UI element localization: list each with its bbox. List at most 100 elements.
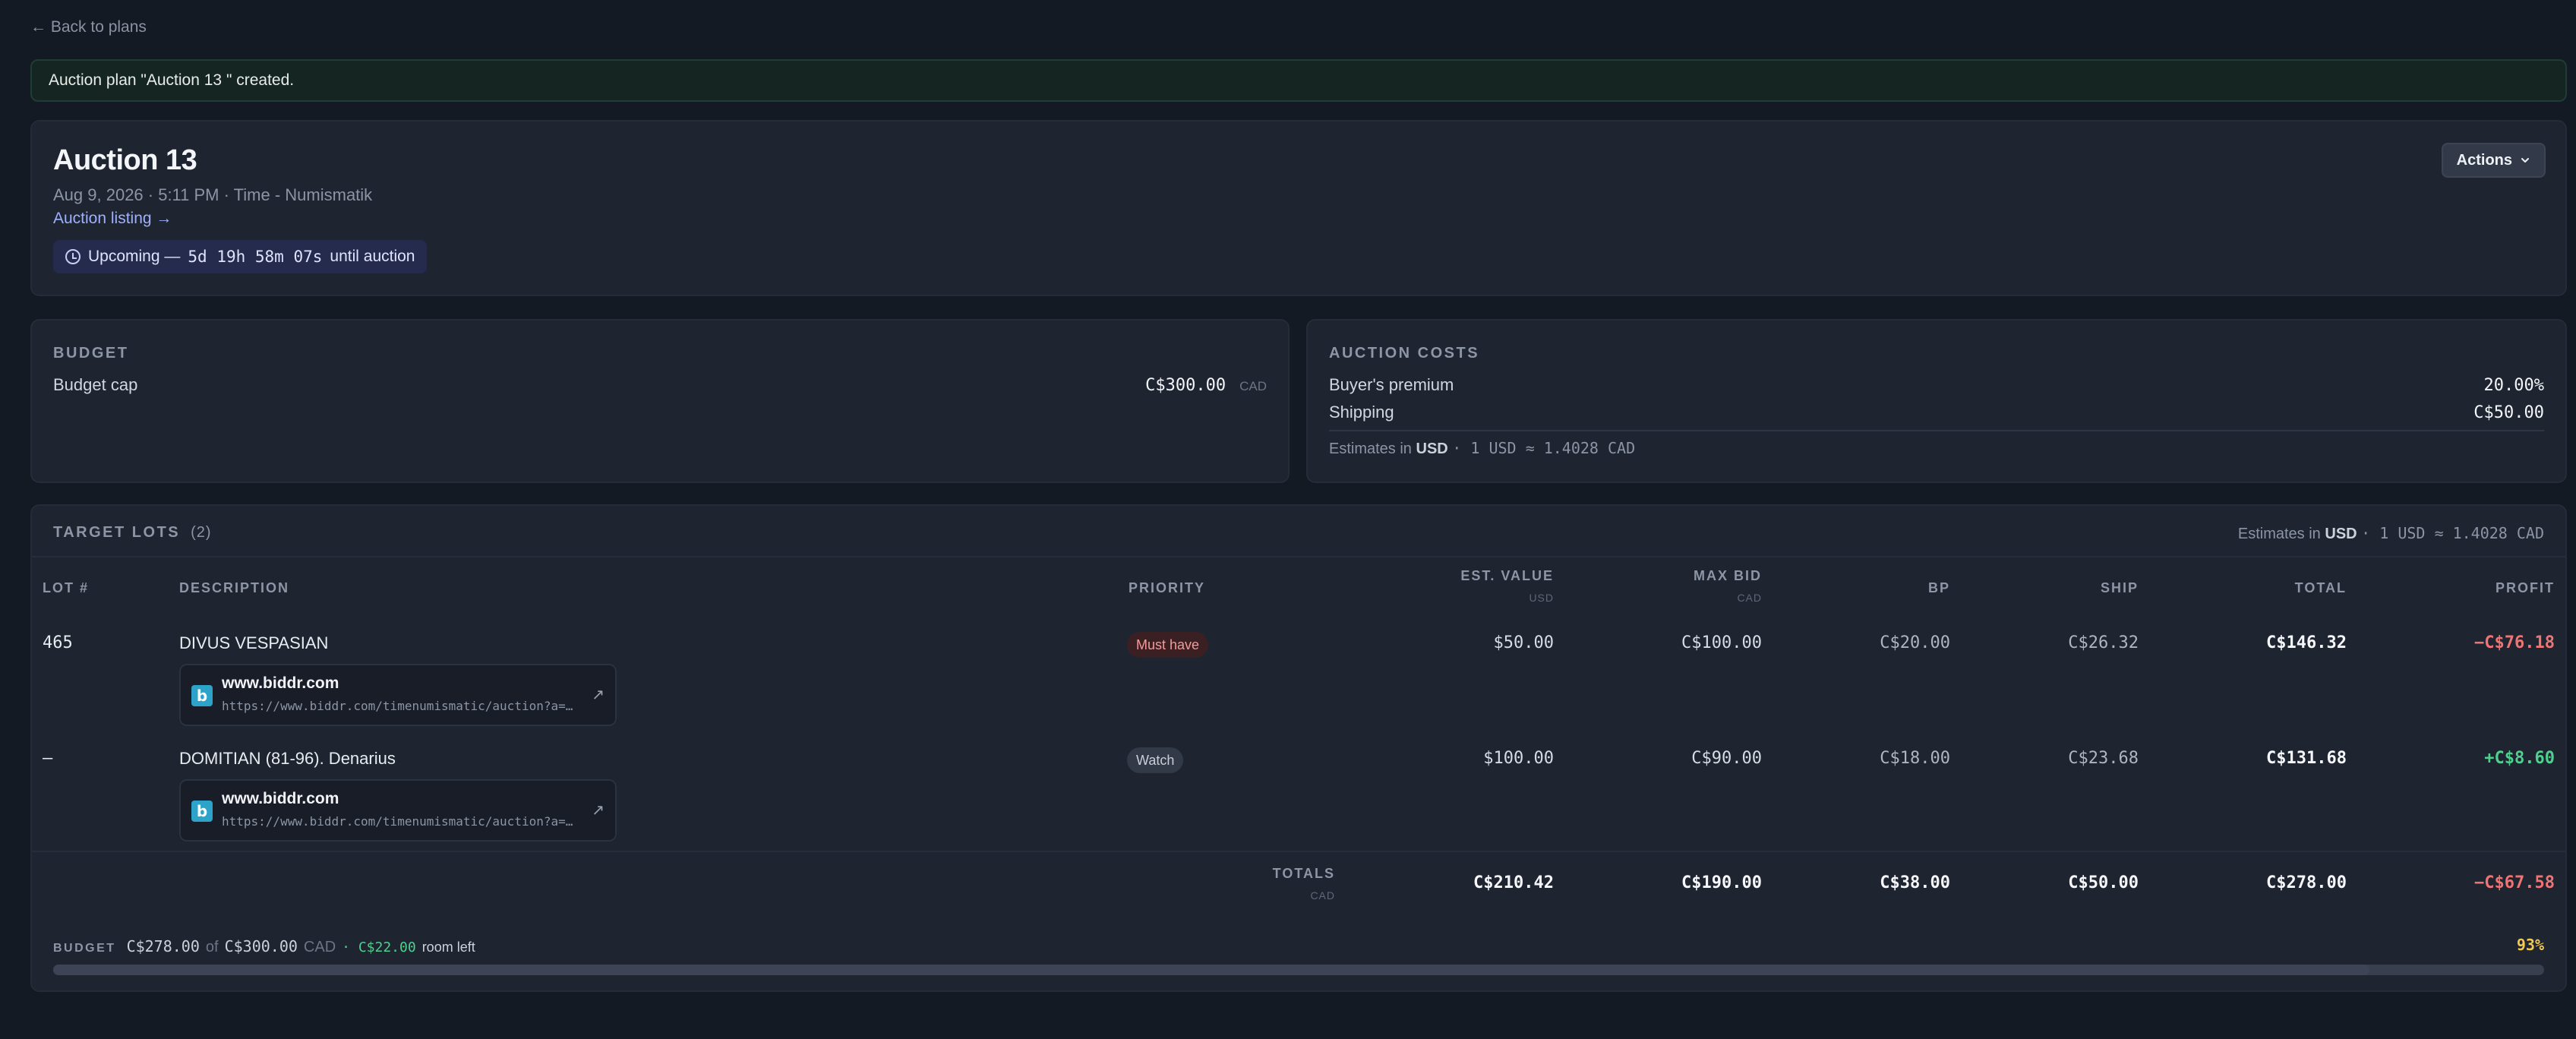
plan-meta: Aug 9, 2026 · 5:11 PM · Time - Numismati… bbox=[53, 185, 373, 204]
ship-value: C$26.32 bbox=[2068, 633, 2139, 652]
link-url: https://www.biddr.com/timenumismatic/auc… bbox=[222, 814, 573, 829]
lot-link-card[interactable]: b www.biddr.com https://www.biddr.com/ti… bbox=[179, 779, 617, 842]
target-lots-label: TARGET LOTS bbox=[53, 524, 181, 541]
countdown-value: 5d 19h 58m 07s bbox=[188, 248, 323, 266]
lot-number: 465 bbox=[43, 633, 73, 652]
lot-link-card[interactable]: b www.biddr.com https://www.biddr.com/ti… bbox=[179, 664, 617, 726]
col-max-bid: MAX BID CAD bbox=[1694, 568, 1762, 604]
lot-description: DIVUS VESPASIAN bbox=[179, 633, 329, 652]
priority-badge: Watch bbox=[1127, 747, 1184, 773]
back-to-plans-label: ← Back to plans bbox=[30, 18, 147, 36]
lot-number: — bbox=[43, 749, 53, 768]
budget-currency: CAD bbox=[303, 939, 336, 955]
total-value: C$146.32 bbox=[2266, 633, 2347, 652]
flash-message: Auction plan "Auction 13 " created. bbox=[30, 59, 2567, 102]
col-description: DESCRIPTION bbox=[179, 580, 290, 595]
actions-label: Actions bbox=[2456, 151, 2512, 169]
totals-divider bbox=[32, 851, 2565, 852]
countdown-prefix: Upcoming — bbox=[88, 248, 181, 265]
totals-label: TOTALS CAD bbox=[1273, 866, 1335, 902]
col-priority: PRIORITY bbox=[1129, 580, 1206, 595]
lots-estimate-note: Estimates in USD · 1 USD ≈ 1.4028 CAD bbox=[2238, 524, 2544, 543]
col-total: TOTAL bbox=[2294, 580, 2347, 595]
totals-est-value: C$210.42 bbox=[1473, 873, 1554, 892]
col-lot-number: LOT # bbox=[43, 580, 90, 595]
totals-max-bid: C$190.00 bbox=[1681, 873, 1762, 892]
totals-label-text: TOTALS bbox=[1272, 866, 1335, 881]
costs-section-label: AUCTION COSTS bbox=[1329, 345, 1480, 362]
col-max-bid-unit: CAD bbox=[1737, 592, 1762, 604]
profit-value: −C$76.18 bbox=[2474, 633, 2555, 652]
max-bid: C$100.00 bbox=[1681, 633, 1762, 652]
link-domain: www.biddr.com bbox=[222, 674, 339, 692]
budget-usage-label: BUDGET bbox=[53, 942, 116, 955]
buyers-premium-row: Buyer's premium 20.00% bbox=[1329, 375, 2544, 395]
totals-profit: −C$67.58 bbox=[2474, 873, 2555, 892]
target-lots-count: (2) bbox=[191, 524, 212, 541]
estimate-prefix: Estimates in bbox=[1329, 441, 1412, 457]
max-bid: C$90.00 bbox=[1691, 749, 1762, 768]
page-title: Auction 13 bbox=[53, 144, 197, 176]
link-url: https://www.biddr.com/timenumismatic/auc… bbox=[222, 699, 573, 713]
totals-unit: CAD bbox=[1310, 889, 1335, 902]
budget-cap: C$300.00 bbox=[224, 937, 298, 955]
lots-estimate-currency: USD bbox=[2325, 526, 2357, 542]
external-link-icon: ↗ bbox=[592, 687, 605, 703]
chevron-down-icon bbox=[2521, 158, 2529, 163]
lots-estimate-prefix: Estimates in bbox=[2237, 526, 2321, 542]
budget-section-label: BUDGET bbox=[53, 345, 129, 362]
budget-cap-row: Budget cap C$300.00 CAD bbox=[53, 375, 1267, 395]
col-est-value: EST. VALUE USD bbox=[1460, 568, 1554, 604]
budget-cap-currency: CAD bbox=[1239, 379, 1267, 393]
col-ship: SHIP bbox=[2100, 580, 2139, 595]
totals-ship: C$50.00 bbox=[2068, 873, 2139, 892]
budget-percent: 93% bbox=[2516, 936, 2544, 954]
col-max-bid-label: MAX BID bbox=[1694, 568, 1762, 583]
budget-cap-label: Budget cap bbox=[53, 375, 138, 394]
actions-button[interactable]: Actions bbox=[2441, 143, 2546, 178]
budget-used: C$278.00 bbox=[126, 937, 200, 955]
budget-usage-line: BUDGET C$278.00 of C$300.00 CAD · C$22.0… bbox=[53, 937, 475, 956]
target-lots-card: TARGET LOTS (2) Estimates in USD · 1 USD … bbox=[30, 504, 2567, 992]
est-value: $100.00 bbox=[1483, 749, 1554, 768]
est-value: $50.00 bbox=[1493, 633, 1554, 652]
biddr-favicon-icon: b bbox=[191, 801, 213, 822]
auction-listing-link[interactable]: Auction listing → bbox=[53, 210, 172, 228]
estimate-rate: · 1 USD ≈ 1.4028 CAD bbox=[1452, 439, 1636, 457]
target-lots-heading: TARGET LOTS (2) bbox=[53, 524, 212, 542]
budget-of: of bbox=[205, 939, 219, 955]
budget-room-text: room left bbox=[421, 940, 475, 955]
buyers-premium-value: 20.00% bbox=[2483, 375, 2544, 395]
countdown-suffix: until auction bbox=[330, 248, 415, 265]
col-bp: BP bbox=[1927, 580, 1950, 595]
col-est-value-unit: USD bbox=[1529, 592, 1554, 604]
lots-header-divider bbox=[32, 556, 2565, 557]
ship-value: C$23.68 bbox=[2068, 749, 2139, 768]
estimate-currency: USD bbox=[1416, 441, 1448, 457]
lots-estimate-rate: · 1 USD ≈ 1.4028 CAD bbox=[2361, 524, 2544, 542]
lot-description: DOMITIAN (81-96). Denarius bbox=[179, 749, 396, 768]
clock-icon bbox=[65, 249, 80, 264]
buyers-premium-label: Buyer's premium bbox=[1329, 375, 1454, 394]
countdown-badge: Upcoming — 5d 19h 58m 07s until auction bbox=[53, 240, 428, 273]
external-link-icon: ↗ bbox=[592, 802, 605, 819]
plan-header-card: Auction 13 Aug 9, 2026 · 5:11 PM · Time … bbox=[30, 120, 2567, 296]
budget-progress-bar bbox=[53, 965, 2544, 975]
flash-text: Auction plan "Auction 13 " created. bbox=[49, 71, 295, 89]
priority-badge: Must have bbox=[1127, 632, 1209, 658]
profit-value: +C$8.60 bbox=[2484, 749, 2555, 768]
budget-progress-fill bbox=[53, 965, 2370, 975]
bp-value: C$18.00 bbox=[1880, 749, 1950, 768]
totals-total: C$278.00 bbox=[2266, 873, 2347, 892]
total-value: C$131.68 bbox=[2266, 749, 2347, 768]
totals-bp: C$38.00 bbox=[1880, 873, 1950, 892]
back-to-plans-link[interactable]: ← Back to plans bbox=[30, 18, 147, 36]
shipping-value: C$50.00 bbox=[2473, 403, 2544, 422]
shipping-row: Shipping C$50.00 bbox=[1329, 403, 2544, 422]
shipping-label: Shipping bbox=[1329, 403, 1394, 422]
budget-card: BUDGET Budget cap C$300.00 CAD bbox=[30, 319, 1290, 483]
costs-divider bbox=[1329, 430, 2544, 431]
link-domain: www.biddr.com bbox=[222, 790, 339, 807]
budget-room-value: · C$22.00 bbox=[342, 940, 416, 955]
auction-costs-card: AUCTION COSTS Buyer's premium 20.00% Shi… bbox=[1306, 319, 2567, 483]
